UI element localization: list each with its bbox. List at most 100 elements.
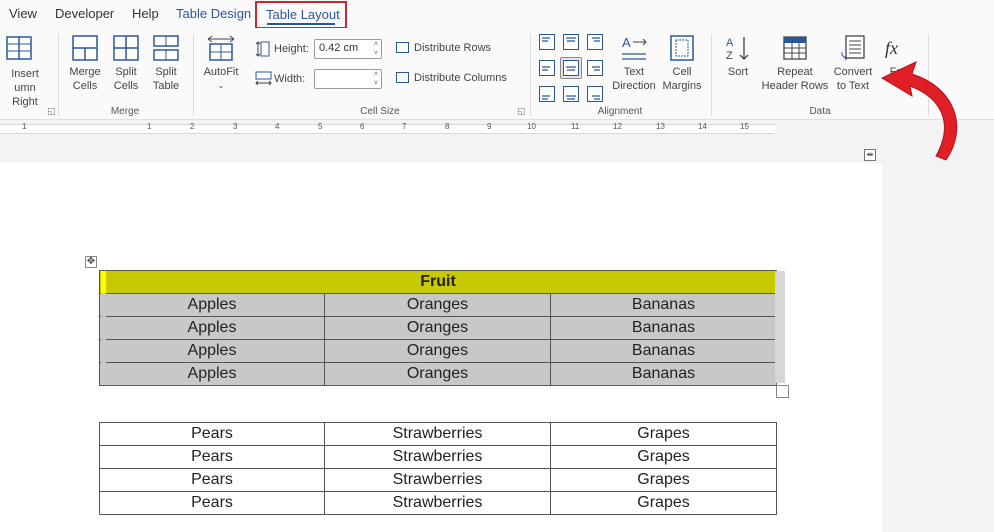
sort-button[interactable]: A Z Sort: [718, 34, 758, 79]
split-table-label-2: Table: [152, 80, 180, 92]
table-cell[interactable]: Strawberries: [324, 422, 551, 446]
autofit-chevron-icon: ⌄: [217, 81, 225, 90]
cell-margins-label-2: Margins: [662, 80, 702, 92]
repeat-header-rows-icon: [783, 36, 807, 60]
table-cell[interactable]: Strawberries: [324, 491, 551, 515]
align-center-right-button[interactable]: [586, 59, 604, 82]
insert-column-right-button[interactable]: Insert umn Right: [0, 34, 50, 109]
table-cell[interactable]: Strawberries: [324, 468, 551, 492]
sort-icon: A Z: [726, 37, 749, 62]
split-cells-button[interactable]: Split Cells: [106, 34, 146, 93]
table-cell[interactable]: Apples: [99, 316, 325, 340]
table-cell[interactable]: Strawberries: [324, 445, 551, 469]
alignment-grid: [538, 33, 608, 105]
height-label: Height:: [274, 43, 309, 55]
svg-text:Z: Z: [726, 50, 733, 62]
table-header-row[interactable]: Fruit: [98, 270, 778, 294]
rows-columns-launcher-icon[interactable]: ◱: [47, 106, 56, 117]
distribute-rows-icon: [396, 42, 409, 53]
second-fruit-table[interactable]: Pears Strawberries Grapes Pears Strawber…: [99, 422, 777, 515]
repeat-header-rows-button[interactable]: Repeat Header Rows: [758, 34, 832, 93]
table-cell[interactable]: Oranges: [324, 316, 551, 340]
table-cell[interactable]: Grapes: [550, 468, 777, 492]
table-row[interactable]: Apples Oranges Bananas: [99, 339, 778, 363]
ruler-tick: 15: [740, 122, 749, 131]
table-header-cell[interactable]: Fruit: [98, 270, 778, 294]
align-top-left-button[interactable]: [538, 33, 556, 56]
ribbon-tab-bar: View Developer Help Table Design Table L…: [0, 0, 994, 29]
table-cell[interactable]: Pears: [99, 445, 325, 469]
table-cell[interactable]: Pears: [99, 422, 325, 446]
distribute-columns-button[interactable]: Distribute Columns: [396, 72, 507, 84]
table-cell[interactable]: Bananas: [549, 339, 778, 363]
selection-end-strip: [775, 271, 785, 383]
fruit-table[interactable]: Fruit Apples Oranges Bananas Apples Oran…: [98, 270, 778, 386]
text-direction-label-2: Direction: [612, 80, 656, 92]
table-row[interactable]: Pears Strawberries Grapes: [99, 468, 777, 492]
repeat-header-label-2: Header Rows: [761, 80, 829, 92]
table-row[interactable]: Pears Strawberries Grapes: [99, 422, 777, 446]
tab-table-design[interactable]: Table Design: [176, 6, 251, 21]
align-bottom-left-icon: [539, 86, 555, 102]
split-table-button[interactable]: Split Table: [146, 34, 186, 93]
ruler-tick: 8: [445, 122, 450, 131]
distribute-columns-icon: [396, 72, 409, 83]
tab-view[interactable]: View: [9, 6, 37, 21]
autofit-button[interactable]: AutoFit ⌄: [199, 34, 243, 93]
table-row[interactable]: Apples Oranges Bananas: [99, 316, 778, 340]
text-direction-button[interactable]: A Text Direction: [608, 34, 660, 93]
table-cell[interactable]: Apples: [99, 339, 325, 363]
table-cell[interactable]: Bananas: [549, 316, 778, 340]
table-row[interactable]: Apples Oranges Bananas: [99, 293, 778, 317]
insert-column-right-icon: [6, 36, 32, 60]
table-row[interactable]: Pears Strawberries Grapes: [99, 491, 777, 515]
table-cell[interactable]: Pears: [99, 468, 325, 492]
table-cell[interactable]: Grapes: [550, 422, 777, 446]
tab-help[interactable]: Help: [132, 6, 159, 21]
cell-margins-button[interactable]: Cell Margins: [658, 34, 706, 93]
align-bottom-left-button[interactable]: [538, 85, 556, 108]
align-center-left-button[interactable]: [538, 59, 556, 82]
ribbon: Insert umn Right ◱ Merge Cells Split Cel…: [0, 28, 994, 120]
table-cell[interactable]: Bananas: [549, 362, 778, 386]
table-cell[interactable]: Apples: [99, 362, 325, 386]
table-cell[interactable]: Apples: [99, 293, 325, 317]
table-resize-handle-icon[interactable]: [776, 385, 789, 398]
ruler-tick: 5: [318, 122, 323, 131]
merge-cells-icon: [72, 35, 98, 61]
ruler-tick: 12: [613, 122, 622, 131]
align-top-right-button[interactable]: [586, 33, 604, 56]
insert-col-label-1: Insert: [11, 68, 39, 80]
table-row[interactable]: Pears Strawberries Grapes: [99, 445, 777, 469]
horizontal-ruler[interactable]: 1 1 2 3 4 5 6 7 8 9 10 11 12 13 14 15: [0, 121, 994, 137]
split-table-icon: [153, 35, 179, 61]
table-cell[interactable]: Oranges: [324, 339, 551, 363]
width-spinner-icon[interactable]: ˄ ˅: [374, 70, 378, 88]
height-input[interactable]: 0.42 cm ˄ ˅: [314, 39, 382, 59]
height-spinner-icon[interactable]: ˄ ˅: [374, 40, 378, 58]
table-cell[interactable]: Grapes: [550, 445, 777, 469]
separator: [530, 34, 531, 116]
table-cell[interactable]: Pears: [99, 491, 325, 515]
align-top-center-button[interactable]: [562, 33, 580, 56]
width-label: Width:: [274, 73, 306, 85]
table-cell[interactable]: Oranges: [324, 362, 551, 386]
align-bottom-center-button[interactable]: [562, 85, 580, 108]
width-input[interactable]: ˄ ˅: [314, 69, 382, 89]
merge-cells-button[interactable]: Merge Cells: [64, 34, 106, 93]
tab-table-layout[interactable]: Table Layout: [255, 1, 347, 29]
cell-size-launcher-icon[interactable]: ◱: [517, 106, 526, 117]
width-icon: [255, 71, 272, 85]
split-cells-label-1: Split: [115, 66, 137, 78]
tab-developer[interactable]: Developer: [55, 6, 114, 21]
table-row[interactable]: Apples Oranges Bananas: [99, 362, 778, 386]
table-cell[interactable]: Grapes: [550, 491, 777, 515]
table-move-handle-icon[interactable]: ✥: [85, 256, 97, 268]
table-cell[interactable]: Oranges: [324, 293, 551, 317]
align-bottom-right-button[interactable]: [586, 85, 604, 108]
split-cells-label-2: Cells: [113, 80, 139, 92]
table-cell[interactable]: Bananas: [549, 293, 778, 317]
align-top-center-icon: [563, 34, 579, 50]
distribute-rows-button[interactable]: Distribute Rows: [396, 42, 491, 54]
align-center-button[interactable]: [560, 57, 582, 79]
